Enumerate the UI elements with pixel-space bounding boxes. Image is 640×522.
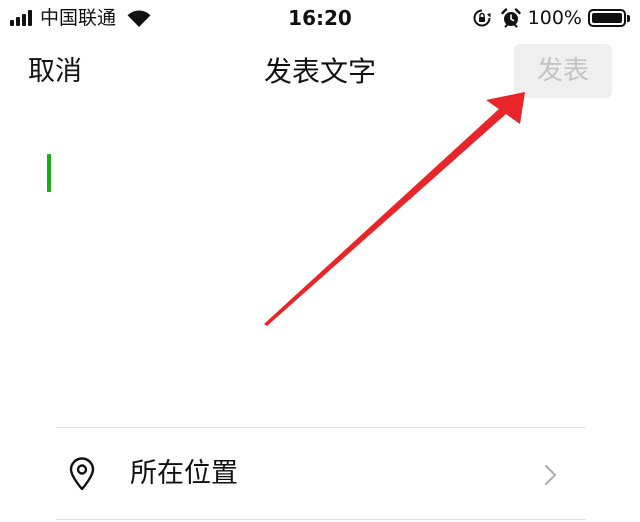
publish-button[interactable]: 发表 [514, 44, 612, 98]
location-label: 所在位置 [130, 458, 238, 489]
location-pin-icon [69, 457, 95, 491]
text-editor[interactable] [36, 140, 604, 410]
location-row[interactable]: 所在位置 [56, 428, 586, 518]
alarm-icon [500, 8, 521, 28]
status-bar: 中国联通 16:20 100% [0, 0, 640, 38]
battery-icon [588, 9, 626, 27]
status-bar-right: 100% [472, 6, 630, 30]
rotation-lock-icon [473, 9, 491, 27]
battery-cap [627, 14, 630, 22]
battery-percent: 100% [527, 7, 582, 29]
text-caret [47, 154, 51, 192]
chevron-right-icon [544, 464, 557, 486]
divider-bottom [56, 519, 586, 520]
battery-level-fill [592, 13, 622, 23]
